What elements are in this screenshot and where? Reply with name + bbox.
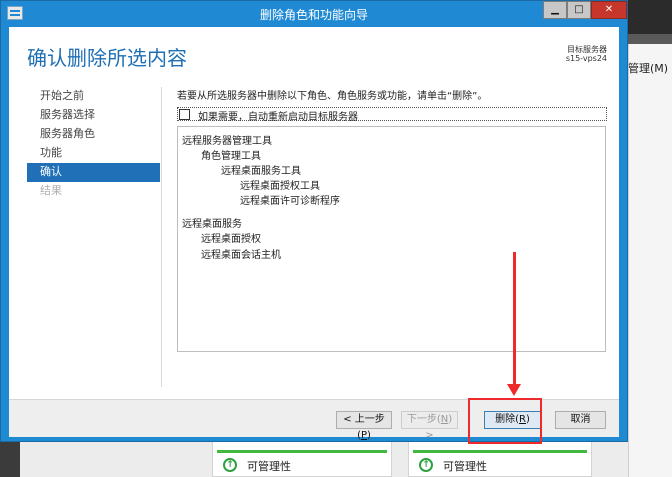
nav-item-confirmation[interactable]: 确认	[27, 163, 160, 182]
status-bar	[217, 450, 387, 453]
close-button[interactable]: ✕	[591, 1, 627, 19]
title-bar[interactable]: 删除角色和功能向导 ▁ □ ✕	[1, 1, 627, 27]
list-item: 远程桌面服务	[182, 219, 242, 230]
window-title: 删除角色和功能向导	[259, 8, 368, 22]
ok-status-icon: ↑	[223, 458, 237, 472]
previous-button-suffix: )	[367, 430, 371, 441]
nav-divider	[161, 87, 162, 387]
wizard-nav: 开始之前 服务器选择 服务器角色 功能 确认 结果	[27, 87, 160, 201]
nav-item-server-selection[interactable]: 服务器选择	[27, 106, 160, 125]
nav-item-results: 结果	[40, 184, 62, 197]
selection-list[interactable]: 远程服务器管理工具 角色管理工具 远程桌面服务工具 远程桌面授权工具 远程桌面许…	[177, 126, 606, 352]
target-server-name: s15-vps24	[565, 54, 607, 63]
restart-option[interactable]: 如果需要，自动重新启动目标服务器	[177, 107, 607, 123]
list-item: 远程桌面会话主机	[201, 250, 281, 261]
nav-item-features[interactable]: 功能	[27, 144, 160, 163]
list-item: 远程服务器管理工具	[182, 136, 272, 147]
manage-menu[interactable]: 管理(M)	[628, 60, 672, 80]
annotation-arrow-line	[513, 252, 516, 387]
page-title: 确认删除所选内容	[27, 46, 187, 70]
status-bar	[413, 450, 587, 453]
annotation-highlight-box	[468, 398, 542, 444]
manageability-card: ↑ 可管理性	[212, 440, 392, 477]
list-item: 远程桌面授权工具	[240, 181, 320, 192]
manageability-label[interactable]: 可管理性	[443, 458, 487, 474]
list-item: 远程桌面许可诊断程序	[240, 196, 340, 207]
background-strip	[628, 34, 672, 44]
instruction-text: 若要从所选服务器中删除以下角色、角色服务或功能，请单击“删除”。	[177, 91, 488, 102]
background-right-panel	[628, 44, 672, 477]
manageability-label[interactable]: 可管理性	[247, 458, 291, 474]
minimize-button[interactable]: ▁	[543, 1, 567, 19]
wizard-client-area: 确认删除所选内容 目标服务器 s15-vps24 开始之前 服务器选择 服务器角…	[9, 27, 619, 441]
maximize-button[interactable]: □	[567, 1, 591, 19]
annotation-arrow-icon	[507, 384, 521, 396]
previous-button[interactable]: < 上一步(P)	[336, 411, 392, 441]
remove-roles-wizard-window: 删除角色和功能向导 ▁ □ ✕ 确认删除所选内容 目标服务器 s15-vps24…	[0, 0, 628, 442]
nav-item-server-roles[interactable]: 服务器角色	[27, 125, 160, 144]
restart-checkbox-label[interactable]: 如果需要，自动重新启动目标服务器	[198, 108, 358, 123]
list-item: 远程桌面服务工具	[221, 166, 301, 177]
restart-checkbox[interactable]	[179, 109, 190, 120]
list-item: 角色管理工具	[201, 151, 261, 162]
list-item: 远程桌面授权	[201, 234, 261, 245]
cancel-button[interactable]: 取消	[555, 411, 606, 429]
next-button: 下一步(N) >	[401, 411, 458, 441]
ok-status-icon: ↑	[419, 458, 433, 472]
nav-item-before-you-begin[interactable]: 开始之前	[27, 87, 160, 106]
manageability-card: ↑ 可管理性	[408, 440, 592, 477]
next-button-prefix: 下一步(	[406, 414, 441, 425]
